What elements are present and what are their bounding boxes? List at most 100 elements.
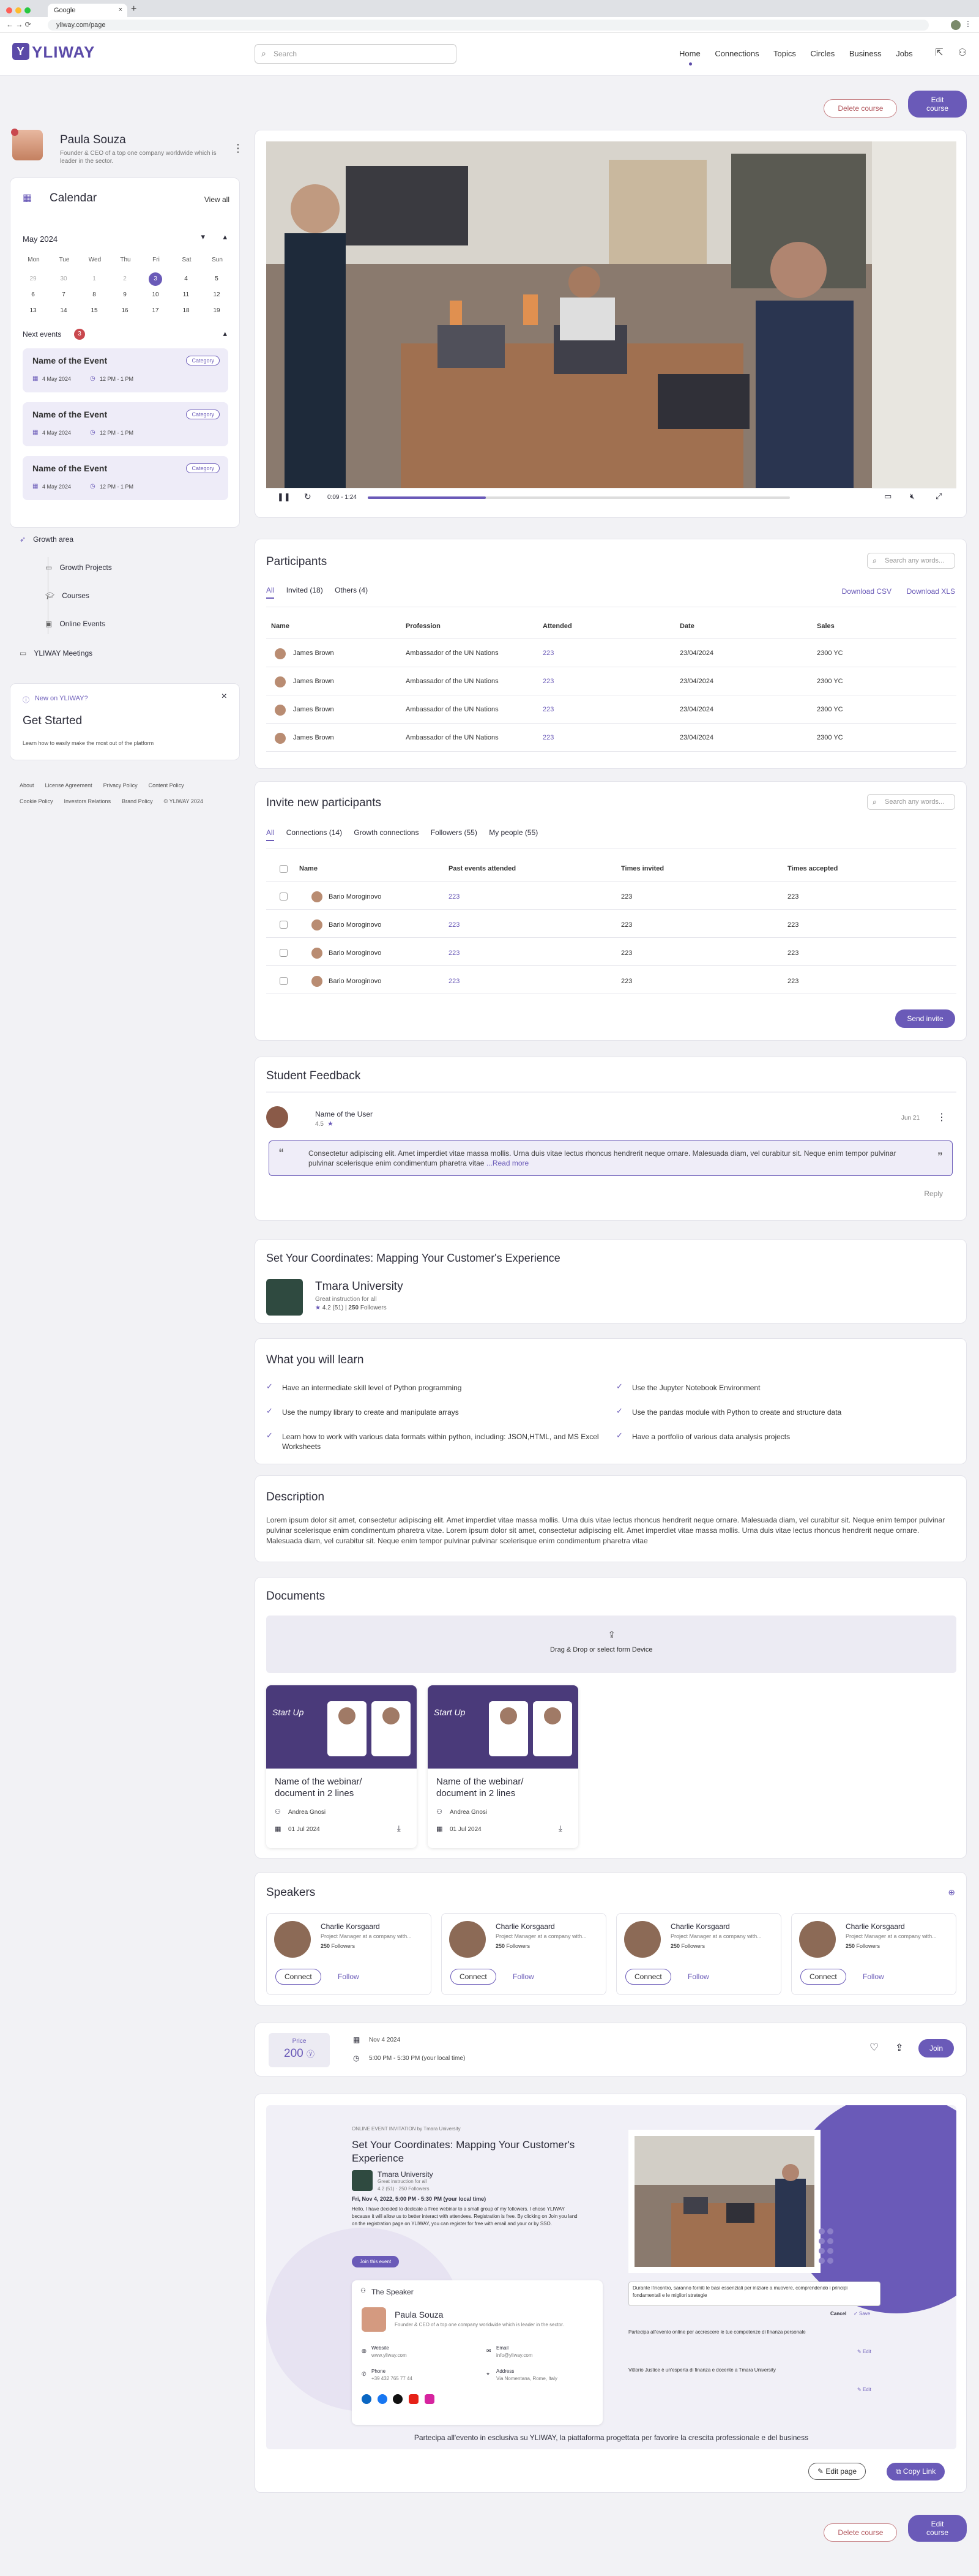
participants-search-input[interactable]: ⌕ Search any words... [867,553,955,569]
nav-circles[interactable]: Circles [810,49,835,58]
tab-all[interactable]: All [266,828,275,841]
table-row[interactable] [266,728,956,752]
table-cell[interactable]: 223 [449,949,460,957]
save-button[interactable]: ✓ Save [854,2311,870,2316]
edit-course-button[interactable]: Edit course [908,91,967,118]
speaker-avatar[interactable] [449,1921,486,1958]
video-progress-track[interactable] [368,496,790,499]
calendar-day[interactable]: 11 [179,288,193,302]
more-options-icon[interactable]: ⋮ [233,142,244,155]
select-all-checkbox[interactable] [280,865,288,873]
row-checkbox[interactable] [280,977,288,985]
get-started-title[interactable]: Get Started [23,714,82,728]
calendar-day[interactable]: 2 [118,272,132,286]
more-icon[interactable]: ⋮ [964,20,972,28]
row-avatar[interactable] [311,948,322,959]
download-icon[interactable]: ⤓ [397,1824,401,1833]
download-csv-link[interactable]: Download CSV [842,587,892,596]
table-row[interactable] [266,643,956,668]
document-thumbnail[interactable]: Start Up [428,1685,578,1769]
tab-connections[interactable]: Connections (14) [286,828,342,837]
fullscreen-icon[interactable]: ⤢ [936,492,942,501]
calendar-day[interactable]: 5 [210,272,223,286]
speaker-name[interactable]: Charlie Korsgaard [496,1922,555,1931]
sidebar-growth-area[interactable]: ➶ Growth area [20,535,73,544]
footer-link[interactable]: License Agreement [45,782,92,788]
delete-course-button[interactable]: Delete course [824,99,898,118]
linkedin-icon[interactable] [362,2394,371,2404]
speaker-name[interactable]: Charlie Korsgaard [671,1922,730,1931]
footer-link[interactable]: About [20,782,34,788]
download-xls-link[interactable]: Download XLS [907,587,955,596]
table-cell[interactable]: 223 [543,706,554,713]
speaker-name[interactable]: Charlie Korsgaard [846,1922,905,1931]
row-avatar[interactable] [275,705,286,716]
close-icon[interactable]: × [221,691,227,702]
edit-page-button[interactable]: ✎ Edit page [808,2463,866,2480]
document-dropzone[interactable]: ⇪ Drag & Drop or select form Device [266,1616,956,1673]
document-card[interactable]: Start Up Name of the webinar/ document in… [428,1685,578,1848]
calendar-day[interactable]: 14 [57,304,70,318]
user-avatar[interactable] [266,1106,288,1128]
document-thumbnail[interactable]: Start Up [266,1685,417,1769]
table-row[interactable] [266,672,956,696]
calendar-day[interactable]: 15 [87,304,101,318]
table-cell[interactable]: 223 [543,650,554,657]
tiktok-icon[interactable] [393,2394,403,2404]
feedback-user[interactable]: Name of the User [315,1110,373,1118]
facebook-icon[interactable] [377,2394,387,2404]
event-card[interactable]: Name of the Event Category ▦ 4 May 2024 ◷ 12 … [23,456,228,500]
send-invite-button[interactable]: Send invite [895,1009,955,1028]
edit-course-button[interactable]: Edit course [908,2515,967,2542]
footer-link[interactable]: Brand Policy [122,798,153,804]
footer-link[interactable]: © YLIWAY 2024 [164,798,203,804]
footer-link[interactable]: Cookie Policy [20,798,53,804]
nav-business[interactable]: Business [849,49,882,58]
email-value[interactable]: info@yliway.com [496,2353,533,2358]
calendar-day[interactable]: 1 [87,272,101,286]
view-all-link[interactable]: View all [204,195,229,204]
table-cell[interactable]: 223 [449,978,460,985]
tab-others[interactable]: Others (4) [335,586,368,594]
sidebar-item-courses[interactable]: 🎓︎ Courses [45,591,89,600]
connect-button[interactable]: Connect [625,1969,671,1985]
speaker-name[interactable]: Charlie Korsgaard [321,1922,380,1931]
video-player[interactable] [266,141,956,488]
subtitles-icon[interactable]: ▭ [884,492,892,501]
calendar-day[interactable]: 29 [26,272,40,286]
nav-topics[interactable]: Topics [773,49,796,58]
share-icon[interactable]: ⇱ [935,48,943,58]
youtube-icon[interactable] [408,2394,419,2404]
delete-course-button[interactable]: Delete course [824,2523,898,2542]
cancel-button[interactable]: Cancel [830,2311,846,2316]
speaker-avatar[interactable] [799,1921,836,1958]
tab-my-people[interactable]: My people (55) [489,828,538,837]
tab-growth-connections[interactable]: Growth connections [354,828,419,837]
calendar-day[interactable]: 4 [179,272,193,286]
speaker-avatar[interactable] [624,1921,661,1958]
org-logo[interactable] [266,1279,303,1316]
browser-tab[interactable]: Google × [48,4,127,17]
website-value[interactable]: www.yliway.com [371,2353,407,2358]
chevron-up-icon[interactable]: ▴ [223,329,227,339]
event-card[interactable]: Name of the Event Category ▦ 4 May 2024 ◷ 12 … [23,348,228,392]
table-cell[interactable]: 223 [543,734,554,741]
calendar-day[interactable]: 9 [118,288,132,302]
footer-link[interactable]: Investors Relations [64,798,111,804]
row-checkbox[interactable] [280,893,288,900]
footer-link[interactable]: Content Policy [149,782,184,788]
calendar-day[interactable]: 19 [210,304,223,318]
invite-search-input[interactable]: ⌕ Search any words... [867,794,955,810]
calendar-day[interactable]: 13 [26,304,40,318]
tab-invited[interactable]: Invited (18) [286,586,323,594]
replay-icon[interactable]: ↻ [304,492,311,502]
copy-link-button[interactable]: ⧉ Copy Link [887,2463,945,2481]
row-avatar[interactable] [311,919,322,930]
add-speaker-icon[interactable]: ⊕ [948,1887,955,1898]
instagram-icon[interactable] [424,2394,434,2404]
calendar-day[interactable]: 30 [57,272,70,286]
reply-button[interactable]: Reply [924,1189,943,1198]
row-avatar[interactable] [275,733,286,744]
url-field[interactable]: yliway.com/page [48,20,929,31]
avatar[interactable] [11,129,43,167]
